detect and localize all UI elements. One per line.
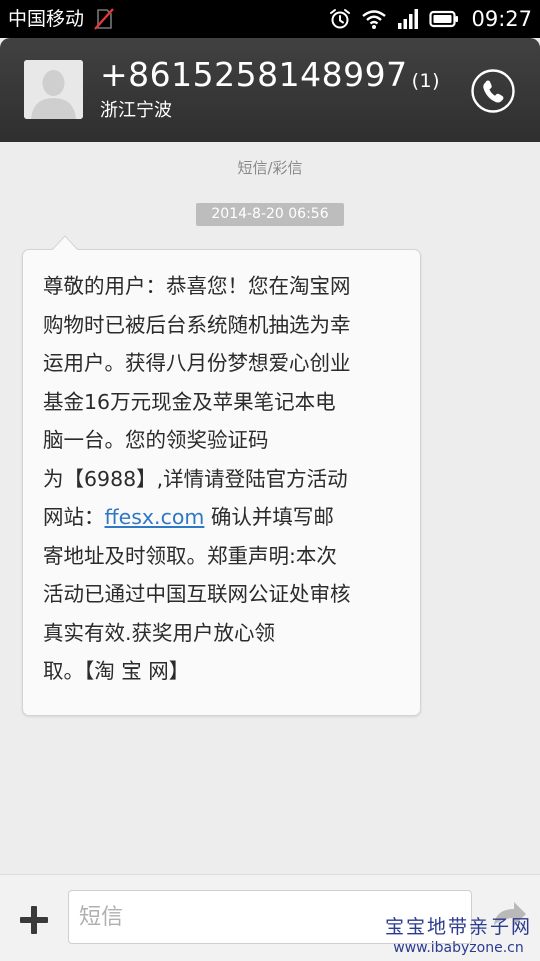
message-text-segment: 真实有效.获奖用户放心领 xyxy=(43,620,276,645)
message-text-segment: 为【6988】,详情请登陆官方活动 xyxy=(43,466,348,491)
no-sim-icon xyxy=(94,8,114,30)
signal-icon xyxy=(398,9,419,29)
message-text-segment: 网站： xyxy=(43,505,105,529)
compose-bar xyxy=(0,874,540,961)
message-line: 取。【淘 宝 网】 xyxy=(43,652,403,691)
add-attachment-button[interactable] xyxy=(19,905,49,935)
message-line: 寄地址及时领取。郑重声明:本次 xyxy=(43,537,403,576)
bubble-tail xyxy=(51,235,79,251)
carrier-name: 中国移动 xyxy=(8,8,85,30)
contact-phone-number: +8615258148997 (1) xyxy=(100,54,440,96)
battery-icon xyxy=(429,10,459,28)
message-text-segment: 确认并填写邮 xyxy=(204,505,334,529)
message-line: 购物时已被后台系统随机抽选为幸 xyxy=(43,306,403,345)
thread-section-label: 短信/彩信 xyxy=(237,159,303,177)
status-bar: 中国移动 09:27 xyxy=(0,0,540,38)
clock: 09:27 xyxy=(471,7,532,31)
message-body: 尊敬的用户：恭喜您！您在淘宝网 购物时已被后台系统随机抽选为幸 运用户。获得八月份梦… xyxy=(43,267,403,691)
message-line: 基金16万元现金及苹果笔记本电 xyxy=(43,383,403,422)
phone-number-text: +8615258148997 xyxy=(100,55,408,94)
phone-icon xyxy=(483,80,504,103)
send-button[interactable] xyxy=(488,897,530,939)
message-text-segment: 基金16万元现金及苹果笔记本电 xyxy=(43,389,336,414)
contact-region: 浙江宁波 xyxy=(100,100,172,121)
message-text-segment: 购物时已被后台系统随机抽选为幸 xyxy=(43,312,351,337)
alarm-icon xyxy=(330,9,351,29)
call-button[interactable] xyxy=(470,68,516,114)
message-line: 运用户。获得八月份梦想爱心创业 xyxy=(43,344,403,383)
status-icons: 09:27 xyxy=(329,0,532,38)
message-text-segment: 活动已通过中国互联网公证处审核 xyxy=(43,582,351,606)
message-line: 为【6988】,详情请登陆官方活动 xyxy=(43,460,403,499)
message-text-segment: 运用户。获得八月份梦想爱心创业 xyxy=(43,351,351,375)
unread-count: (1) xyxy=(411,70,441,92)
person-silhouette-icon xyxy=(24,60,83,119)
incoming-message-bubble[interactable]: 尊敬的用户：恭喜您！您在淘宝网 购物时已被后台系统随机抽选为幸 运用户。获得八月份梦… xyxy=(22,235,421,716)
message-text-segment: 取。【淘 宝 网】 xyxy=(43,659,190,683)
plus-icon xyxy=(20,906,48,934)
message-line: 脑一台。您的领奖验证码 xyxy=(43,421,403,460)
message-timestamp: 2014-8-20 06:56 xyxy=(196,203,344,226)
message-text-segment: 寄地址及时领取。郑重声明:本次 xyxy=(43,543,337,568)
contact-avatar[interactable] xyxy=(24,60,83,119)
message-line: 尊敬的用户：恭喜您！您在淘宝网 xyxy=(43,267,403,306)
message-line: 活动已通过中国互联网公证处审核 xyxy=(43,575,403,614)
wifi-icon xyxy=(362,10,387,29)
sms-input[interactable] xyxy=(68,890,472,944)
send-icon xyxy=(494,902,526,926)
message-link[interactable]: ffesx.com xyxy=(105,505,205,529)
contact-header: +8615258148997 (1) 浙江宁波 xyxy=(0,38,540,142)
message-text-segment: 尊敬的用户：恭喜您！您在淘宝网 xyxy=(43,274,351,298)
message-text-segment: 脑一台。您的领奖验证码 xyxy=(43,428,269,452)
message-line: 真实有效.获奖用户放心领 xyxy=(43,614,403,653)
message-line: 网站：ffesx.com 确认并填写邮 xyxy=(43,498,403,537)
